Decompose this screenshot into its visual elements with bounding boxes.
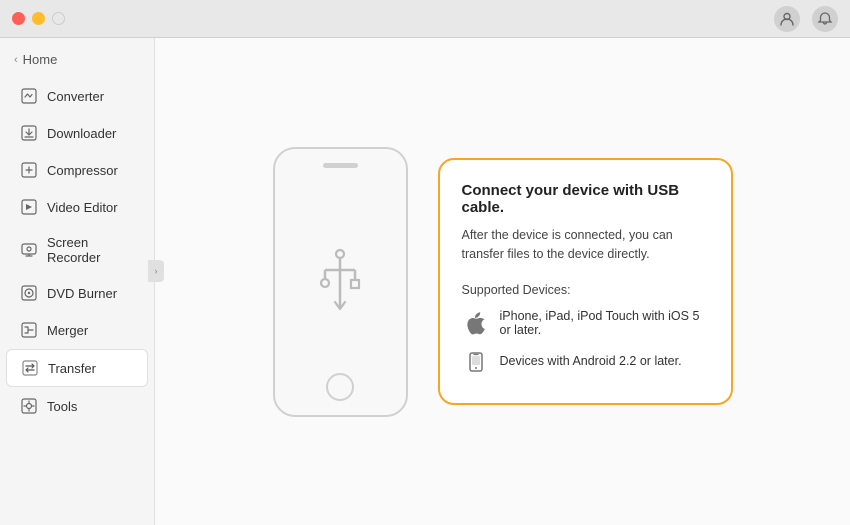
notification-icon[interactable] [812, 6, 838, 32]
profile-icon[interactable] [774, 6, 800, 32]
sidebar: ‹ Home Converter Downloader [0, 38, 155, 525]
sidebar-item-tools[interactable]: Tools [6, 388, 148, 424]
sidebar-item-downloader[interactable]: Downloader [6, 115, 148, 151]
tools-label: Tools [47, 399, 77, 414]
android-icon [462, 347, 490, 375]
phone-speaker [323, 163, 358, 168]
transfer-icon [21, 359, 39, 377]
main-content: Connect your device with USB cable. Afte… [155, 38, 850, 525]
info-card-title: Connect your device with USB cable. [462, 182, 709, 216]
transfer-area: Connect your device with USB cable. Afte… [273, 147, 733, 417]
sidebar-item-screen-recorder[interactable]: Screen Recorder [6, 226, 148, 274]
apple-device-text: iPhone, iPad, iPod Touch with iOS 5 or l… [500, 309, 709, 337]
close-button[interactable] [12, 12, 25, 25]
transfer-label: Transfer [48, 361, 96, 376]
compressor-label: Compressor [47, 163, 118, 178]
screen-recorder-label: Screen Recorder [47, 235, 134, 265]
info-card: Connect your device with USB cable. Afte… [438, 158, 733, 406]
video-editor-label: Video Editor [47, 200, 118, 215]
sidebar-item-video-editor[interactable]: Video Editor [6, 189, 148, 225]
dvd-burner-icon [20, 284, 38, 302]
android-device-text: Devices with Android 2.2 or later. [500, 354, 682, 368]
supported-devices-label: Supported Devices: [462, 283, 709, 297]
home-label: Home [23, 52, 58, 67]
minimize-button[interactable] [32, 12, 45, 25]
usb-symbol [310, 242, 370, 322]
tools-icon [20, 397, 38, 415]
converter-label: Converter [47, 89, 104, 104]
app-layout: ‹ Home Converter Downloader [0, 38, 850, 525]
screen-recorder-icon [20, 241, 38, 259]
downloader-label: Downloader [47, 126, 116, 141]
compressor-icon [20, 161, 38, 179]
phone-home-button [326, 373, 354, 401]
merger-icon [20, 321, 38, 339]
info-card-description: After the device is connected, you can t… [462, 226, 709, 264]
sidebar-item-converter[interactable]: Converter [6, 78, 148, 114]
sidebar-item-compressor[interactable]: Compressor [6, 152, 148, 188]
sidebar-collapse-button[interactable]: › [148, 260, 164, 282]
downloader-icon [20, 124, 38, 142]
sidebar-item-dvd-burner[interactable]: DVD Burner [6, 275, 148, 311]
maximize-button[interactable] [52, 12, 65, 25]
title-bar-actions [774, 6, 838, 32]
dvd-burner-label: DVD Burner [47, 286, 117, 301]
android-device-item: Devices with Android 2.2 or later. [462, 347, 709, 375]
sidebar-item-merger[interactable]: Merger [6, 312, 148, 348]
back-chevron: ‹ [14, 54, 18, 66]
phone-illustration [273, 147, 408, 417]
sidebar-home[interactable]: ‹ Home [0, 46, 154, 77]
sidebar-item-transfer[interactable]: Transfer [6, 349, 148, 387]
video-editor-icon [20, 198, 38, 216]
apple-icon [462, 309, 490, 337]
traffic-lights [12, 12, 65, 25]
converter-icon [20, 87, 38, 105]
merger-label: Merger [47, 323, 88, 338]
apple-device-item: iPhone, iPad, iPod Touch with iOS 5 or l… [462, 309, 709, 337]
title-bar [0, 0, 850, 38]
